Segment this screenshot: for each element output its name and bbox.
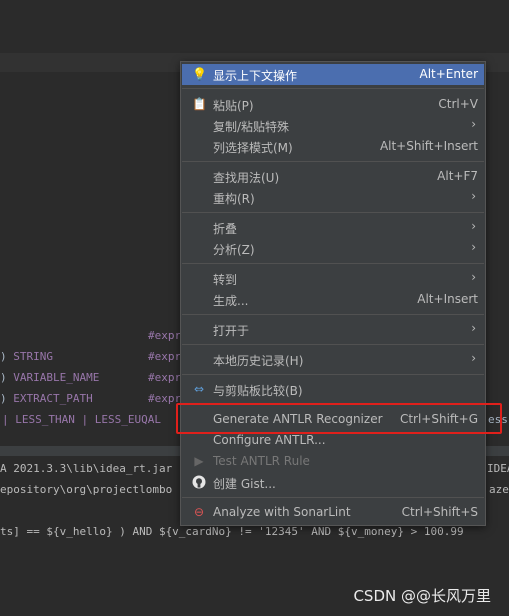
menu-item-paste[interactable]: 📋 粘贴(P) Ctrl+V [182,94,484,115]
console-line-3: ts] == ${v_hello} ) AND ${v_cardNo} != '… [0,525,464,538]
code-line-4: ) EXTRACT_PATH [0,392,93,405]
menu-item-analyze[interactable]: 分析(Z) › [182,238,484,259]
menu-separator [182,344,484,345]
menu-item-copy-paste-special[interactable]: 复制/粘贴特殊 › [182,115,484,136]
menu-item-label: 与剪贴板比较(B) [213,384,303,398]
code-line-3: ) VARIABLE_NAME [0,371,100,384]
chevron-right-icon: › [471,270,476,284]
menu-item-find-usages[interactable]: 查找用法(U) Alt+F7 [182,166,484,187]
menu-separator [182,161,484,162]
chevron-right-icon: › [471,351,476,365]
console-line-1: A 2021.3.3\lib\idea_rt.jar [0,462,173,475]
menu-item-goto[interactable]: 转到 › [182,268,484,289]
menu-item-label: 粘贴(P) [213,99,254,113]
menu-item-sonarlint[interactable]: ⊖ Analyze with SonarLint Ctrl+Shift+S [182,502,484,523]
chevron-right-icon: › [471,189,476,203]
menu-item-label: 打开于 [213,324,250,338]
menu-item-label: 创建 Gist... [213,477,276,491]
chevron-right-icon: › [471,321,476,335]
menu-item-label: 折叠 [213,222,238,236]
menu-item-label: 列选择模式(M) [213,141,293,155]
menu-item-shortcut: Ctrl+Shift+S [401,505,478,519]
menu-item-show-context-actions[interactable]: 💡 显示上下文操作 Alt+Enter [182,64,484,85]
menu-item-label: 转到 [213,273,238,287]
menu-item-test-antlr-rule: ▶ Test ANTLR Rule [182,451,484,472]
compare-icon: ⇔ [193,382,205,396]
menu-item-column-selection[interactable]: 列选择模式(M) Alt+Shift+Insert [182,136,484,157]
menu-item-create-gist[interactable]: 创建 Gist... [182,472,484,493]
menu-separator [182,263,484,264]
console-line-1-right: IDEA [487,462,509,475]
chevron-right-icon: › [471,117,476,131]
menu-item-compare-clipboard[interactable]: ⇔ 与剪贴板比较(B) [182,379,484,400]
menu-item-open-in[interactable]: 打开于 › [182,319,484,340]
menu-item-label: 本地历史记录(H) [213,354,304,368]
menu-separator [182,212,484,213]
code-line-5: | LESS_THAN | LESS_EUQAL [2,413,161,426]
menu-item-shortcut: Alt+Insert [417,292,478,306]
menu-separator [182,88,484,89]
menu-separator [182,497,484,498]
editor-top-area [0,0,509,53]
console-line-2-right: aze [489,483,509,496]
sonarlint-icon: ⊖ [193,505,205,519]
menu-item-local-history[interactable]: 本地历史记录(H) › [182,349,484,370]
menu-item-label: Analyze with SonarLint [213,505,351,519]
watermark: CSDN @@长风万里 [353,587,491,605]
play-icon: ▶ [194,454,204,468]
lightbulb-icon: 💡 [192,67,207,81]
console-line-2: epository\org\projectlombo [0,483,173,496]
menu-item-folding[interactable]: 折叠 › [182,217,484,238]
menu-item-label: 生成... [213,294,249,308]
red-annotation-box [176,403,502,434]
menu-item-label: 查找用法(U) [213,171,280,185]
code-line-2-expr: #expr [148,350,182,363]
menu-item-shortcut: Ctrl+V [438,97,478,111]
menu-item-shortcut: Alt+Enter [419,67,478,81]
menu-item-label: Configure ANTLR... [213,433,326,447]
menu-separator [182,374,484,375]
chevron-right-icon: › [471,219,476,233]
code-line-3-expr: #expr [148,371,182,384]
menu-item-label: 复制/粘贴特殊 [213,120,290,134]
menu-item-generate[interactable]: 生成... Alt+Insert [182,289,484,310]
clipboard-icon: 📋 [192,97,207,111]
code-line-1: #expr [148,329,182,342]
menu-item-shortcut: Alt+F7 [437,169,478,183]
menu-item-shortcut: Alt+Shift+Insert [379,139,478,153]
menu-item-label: 分析(Z) [213,243,255,257]
menu-item-label: 重构(R) [213,192,255,206]
menu-item-label: Test ANTLR Rule [213,454,310,468]
code-line-2: ) STRING [0,350,53,363]
github-icon [192,475,206,489]
chevron-right-icon: › [471,240,476,254]
menu-item-refactor[interactable]: 重构(R) › [182,187,484,208]
menu-item-label: 显示上下文操作 [213,69,298,83]
menu-separator [182,314,484,315]
context-menu: 💡 显示上下文操作 Alt+Enter 📋 粘贴(P) Ctrl+V 复制/粘贴… [180,61,486,526]
